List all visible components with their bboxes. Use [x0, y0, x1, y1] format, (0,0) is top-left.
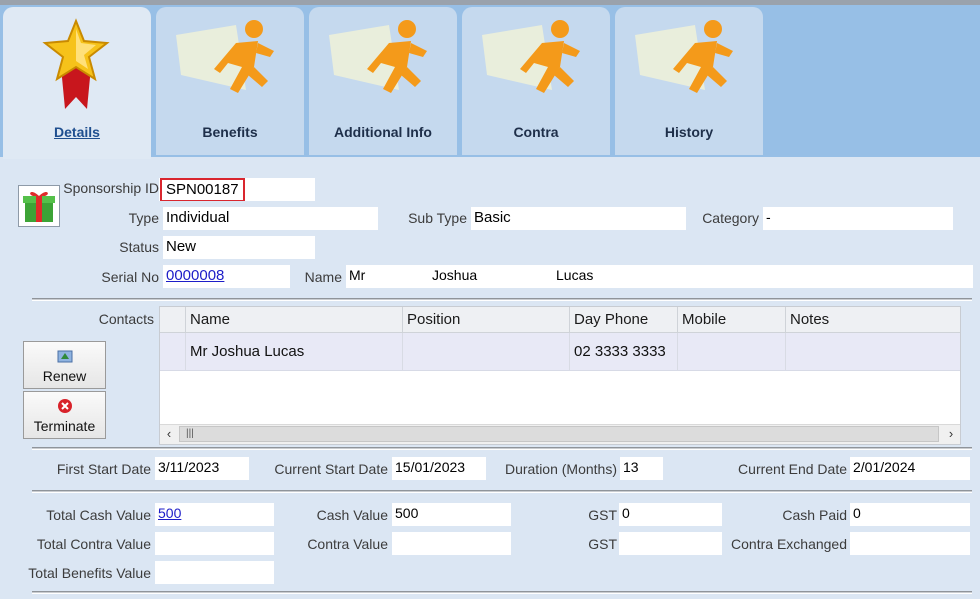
duration-label: Duration (Months)	[504, 461, 617, 477]
renew-button[interactable]: Renew	[23, 341, 106, 389]
name-first: Joshua	[432, 267, 478, 283]
name-field[interactable]: Mr Joshua Lucas	[346, 265, 973, 288]
gst-label: GST	[588, 536, 617, 552]
gst-field[interactable]	[619, 532, 722, 555]
scroll-left-icon[interactable]: ‹	[160, 425, 178, 443]
gst-label: GST	[588, 507, 617, 523]
category-field[interactable]: -	[763, 207, 953, 230]
cash-value-field[interactable]: 500	[392, 503, 511, 526]
cash-value-label: Cash Value	[316, 507, 388, 523]
tab-details-label: Details	[54, 124, 100, 140]
sub-type-field[interactable]: Basic	[471, 207, 686, 230]
tab-history-label: History	[664, 124, 714, 140]
category-label: Category	[702, 210, 759, 226]
cell-day-phone: 02 3333 3333	[569, 333, 677, 370]
current-start-date-label: Current Start Date	[274, 461, 388, 477]
serial-no-label: Serial No	[101, 269, 159, 285]
separator	[32, 298, 972, 301]
terminate-button[interactable]: Terminate	[23, 391, 106, 439]
total-contra-value-field[interactable]	[155, 532, 274, 555]
cell-mobile	[677, 333, 785, 370]
tab-benefits-label: Benefits	[202, 124, 258, 140]
tab-strip: Details Benefits Additional Info Contra …	[0, 5, 980, 159]
status-label: Status	[119, 239, 159, 255]
table-row[interactable]: Mr Joshua Lucas 02 3333 3333	[160, 333, 960, 371]
star-ribbon-icon	[42, 18, 110, 109]
total-benefits-value-label: Total Benefits Value	[28, 565, 151, 581]
current-end-date-field[interactable]: 2/01/2024	[850, 457, 970, 480]
total-cash-value-label: Total Cash Value	[46, 507, 151, 523]
sponsorship-id-field[interactable]: SPN00187	[159, 178, 315, 201]
name-last: Lucas	[556, 267, 594, 283]
row-selector-header	[160, 307, 185, 332]
contra-exchanged-field[interactable]	[850, 532, 970, 555]
total-contra-value-label: Total Contra Value	[36, 536, 151, 552]
type-field[interactable]: Individual	[163, 207, 378, 230]
contacts-grid-header: Name Position Day Phone Mobile Notes	[160, 307, 960, 333]
gift-icon	[18, 185, 60, 227]
running-man-icon	[176, 20, 274, 93]
cell-notes	[785, 333, 960, 370]
current-end-date-label: Current End Date	[738, 461, 847, 477]
contra-value-field[interactable]	[392, 532, 511, 555]
contacts-grid[interactable]: Name Position Day Phone Mobile Notes Mr …	[159, 306, 961, 445]
running-man-icon	[635, 20, 733, 93]
duration-field[interactable]: 13	[620, 457, 663, 480]
tab-details[interactable]: Details	[3, 7, 151, 159]
running-man-icon	[329, 20, 427, 93]
sponsorship-id-value: SPN00187	[160, 178, 245, 201]
contra-value-label: Contra Value	[307, 536, 388, 552]
total-benefits-value-field[interactable]	[155, 561, 274, 584]
column-header-position[interactable]: Position	[402, 307, 569, 332]
scroll-thumb[interactable]: |||	[179, 426, 939, 442]
tab-benefits[interactable]: Benefits	[156, 7, 304, 155]
cash-paid-field[interactable]: 0	[850, 503, 970, 526]
column-header-notes[interactable]: Notes	[785, 307, 960, 332]
status-field[interactable]: New	[163, 236, 315, 259]
horizontal-scrollbar[interactable]: ‹ ||| ›	[160, 424, 960, 444]
terminate-label: Terminate	[33, 418, 96, 434]
sub-type-label: Sub Type	[408, 210, 467, 226]
renew-label: Renew	[42, 368, 87, 384]
gst-field[interactable]: 0	[619, 503, 722, 526]
name-label: Name	[304, 269, 342, 285]
tab-contra[interactable]: Contra	[462, 7, 610, 155]
column-header-mobile[interactable]: Mobile	[677, 307, 785, 332]
type-label: Type	[128, 210, 159, 226]
sponsorship-id-label: Sponsorship ID	[63, 180, 159, 196]
separator	[32, 490, 972, 493]
tab-additional-info-label: Additional Info	[334, 124, 432, 140]
contra-exchanged-label: Contra Exchanged	[731, 536, 847, 552]
column-header-day-phone[interactable]: Day Phone	[569, 307, 677, 332]
column-header-name[interactable]: Name	[185, 307, 402, 332]
total-cash-value-field[interactable]: 500	[155, 503, 274, 526]
separator	[32, 591, 972, 594]
grip-icon: |||	[186, 428, 194, 439]
first-start-date-label: First Start Date	[56, 461, 151, 477]
current-start-date-field[interactable]: 15/01/2023	[392, 457, 486, 480]
cell-name: Mr Joshua Lucas	[185, 333, 402, 370]
scroll-right-icon[interactable]: ›	[942, 425, 960, 443]
separator	[32, 447, 972, 450]
tab-history[interactable]: History	[615, 7, 763, 155]
tab-additional-info[interactable]: Additional Info	[309, 7, 457, 155]
renew-icon	[57, 350, 73, 363]
terminate-icon	[58, 399, 72, 413]
contacts-label: Contacts	[98, 311, 154, 327]
first-start-date-field[interactable]: 3/11/2023	[155, 457, 249, 480]
tab-contra-label: Contra	[513, 124, 559, 140]
serial-no-field[interactable]: 0000008	[163, 265, 290, 288]
name-title: Mr	[349, 267, 366, 283]
running-man-icon	[482, 20, 580, 93]
cell-position	[402, 333, 569, 370]
cash-paid-label: Cash Paid	[782, 507, 847, 523]
row-selector[interactable]	[160, 333, 185, 370]
